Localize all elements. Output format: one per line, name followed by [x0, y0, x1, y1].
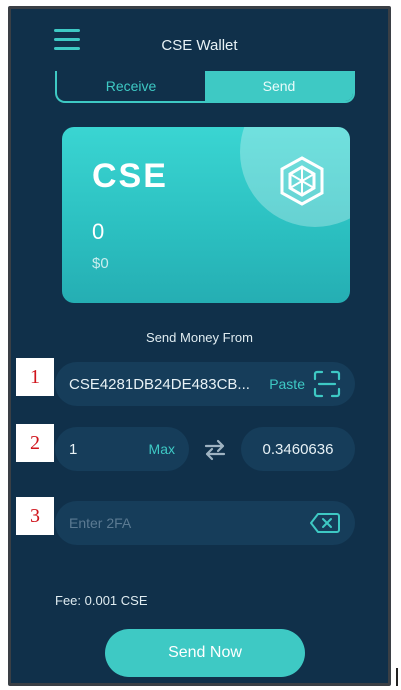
max-button[interactable]: Max	[149, 441, 175, 457]
tab-receive[interactable]: Receive	[57, 71, 205, 101]
usd-balance: $0	[92, 255, 109, 272]
clear-backspace-icon[interactable]	[309, 512, 341, 534]
annotation-marker-1: 1	[16, 358, 54, 396]
hexagon-logo-icon	[280, 156, 324, 206]
fee-text: Fee: 0.001 CSE	[55, 593, 148, 608]
phone-frame: CSE Wallet Receive Send CSE 0 $0 Send Mo…	[8, 6, 391, 686]
converted-amount: 0.3460636	[241, 427, 355, 471]
coin-balance: 0	[92, 219, 105, 244]
send-now-button[interactable]: Send Now	[105, 629, 305, 677]
annotation-marker-2: 2	[16, 424, 54, 462]
paste-button[interactable]: Paste	[269, 376, 305, 392]
tab-send[interactable]: Send	[205, 71, 353, 101]
tab-bar: Receive Send	[55, 71, 355, 103]
amount-field[interactable]: 1 Max	[55, 427, 189, 471]
qr-scan-icon[interactable]	[313, 370, 341, 398]
address-field[interactable]: CSE4281DB24DE483CB... Paste	[55, 362, 355, 406]
twofa-input[interactable]	[69, 515, 309, 531]
page-title: CSE Wallet	[161, 37, 238, 54]
twofa-field[interactable]	[55, 501, 355, 545]
coin-name: CSE	[92, 157, 168, 195]
app-background	[11, 9, 388, 683]
amount-value: 1	[69, 440, 78, 458]
section-label: Send Money From	[146, 330, 253, 345]
swap-arrows-icon[interactable]	[203, 439, 227, 461]
balance-card: CSE 0 $0	[62, 127, 350, 303]
address-value: CSE4281DB24DE483CB...	[69, 375, 250, 393]
annotation-marker-3: 3	[16, 497, 54, 535]
text-cursor	[396, 668, 398, 686]
